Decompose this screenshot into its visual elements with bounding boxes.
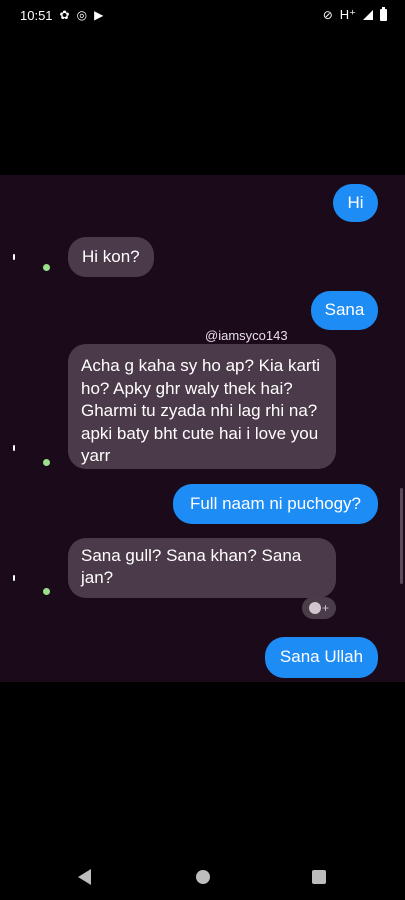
mute-icon: ⊘ <box>322 8 333 22</box>
message-bubble-outgoing[interactable]: Full naam ni puchogy? <box>173 484 378 524</box>
message-text: Sana gull? Sana khan? Sana jan? <box>81 546 302 587</box>
reaction-plus: + <box>321 601 329 615</box>
signal-icon <box>363 10 373 20</box>
navigation-bar <box>0 850 405 900</box>
whatsapp-icon: ◎ <box>76 8 88 22</box>
message-bubble-incoming[interactable]: Sana gull? Sana khan? Sana jan? <box>68 538 336 598</box>
status-time: 10:51 <box>20 7 53 23</box>
message-text: Hi kon? <box>82 247 140 266</box>
battery-icon <box>380 7 387 21</box>
watermark: @iamsyco143 <box>205 328 288 343</box>
status-bar: 10:51 ✿ ◎ ▶ ⊘ H⁺ <box>0 0 405 30</box>
status-right: ⊘ H⁺ <box>323 7 387 23</box>
message-bubble-outgoing[interactable]: Sana <box>311 291 378 330</box>
recents-icon[interactable] <box>312 870 326 884</box>
play-store-icon: ▶ <box>94 8 104 22</box>
avatar-icon <box>43 588 50 595</box>
message-bubble-incoming[interactable]: Hi kon? <box>68 237 154 277</box>
home-icon[interactable] <box>196 870 210 884</box>
scrollbar[interactable] <box>400 488 403 584</box>
message-text: Full naam ni puchogy? <box>189 494 362 513</box>
avatar-icon <box>43 459 50 466</box>
message-text: Sana <box>324 300 365 319</box>
avatar-fleck <box>13 575 15 581</box>
avatar-icon <box>43 264 50 271</box>
add-reaction-button[interactable]: + <box>302 597 336 619</box>
message-text: Hi <box>347 193 364 212</box>
avatar-fleck <box>13 254 15 260</box>
avatar-fleck <box>13 445 15 451</box>
smile-icon <box>308 602 321 614</box>
settings-icon: ✿ <box>59 8 70 22</box>
message-text: Acha g kaha sy ho ap? Kia karti ho? Apky… <box>81 356 321 465</box>
message-bubble-outgoing[interactable]: Sana Ullah <box>265 637 378 678</box>
message-bubble-outgoing[interactable]: Hi <box>333 184 378 222</box>
back-icon[interactable] <box>78 869 91 885</box>
status-left: 10:51 ✿ ◎ ▶ <box>20 8 103 23</box>
message-text: Sana Ullah <box>279 647 364 666</box>
message-bubble-incoming[interactable]: Acha g kaha sy ho ap? Kia karti ho? Apky… <box>68 344 336 469</box>
network-type: H⁺ <box>339 7 356 22</box>
